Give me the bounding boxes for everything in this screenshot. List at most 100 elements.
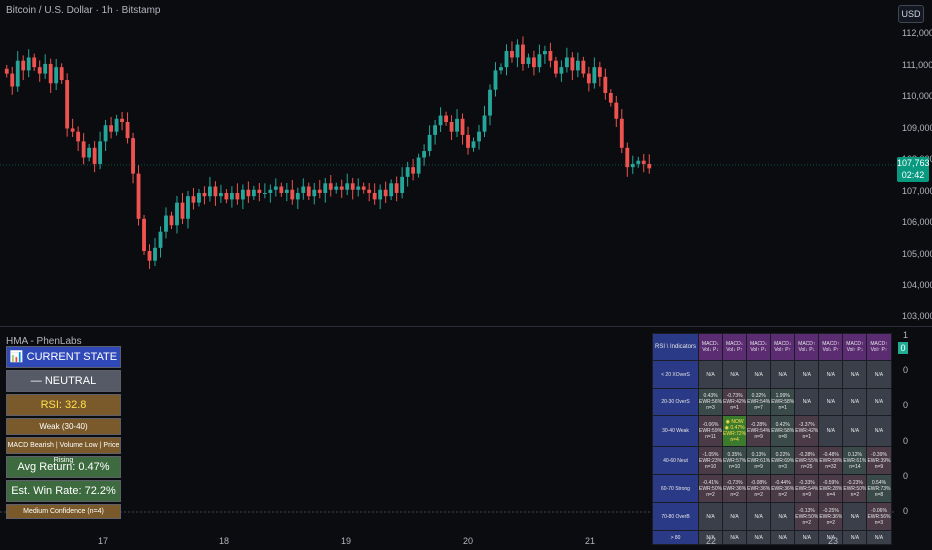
matrix-cell: N/A [746,530,772,545]
rsi-value: RSI: 32.8 [6,394,121,416]
matrix-cell: -0.39% EWR:39% n=9 [866,446,892,475]
candle-body [564,57,569,68]
pane-divider[interactable] [0,326,932,327]
candle-body [614,102,619,119]
candle-body [180,202,185,219]
price-tick: 110,000 [902,91,932,101]
candle-body [499,67,503,71]
indicator-tick: 0 [903,436,909,446]
candle-body [526,57,531,64]
candle-body [76,131,81,142]
candle-body [306,186,311,197]
matrix-column-header: MACD↓ Vol↑ P↓ [746,333,772,361]
matrix-cell-current: ◉ NOW ◉ 0.47% EWR:72% n=4 [722,415,748,447]
candle-body [229,192,234,200]
candle-body [515,44,520,58]
candle-body [262,192,267,194]
candles-group [4,36,652,269]
candle-body [114,118,119,132]
symbol-title[interactable]: Bitcoin / U.S. Dollar · 1h · Bitstamp [6,5,161,16]
candle-body [21,60,26,71]
matrix-cell: 0.42% EWR:58% n=8 [770,415,796,447]
price-chart[interactable] [0,0,932,326]
candle-body [411,167,416,174]
candle-body [268,189,273,193]
candle-body [647,163,652,169]
candle-body [43,63,48,74]
matrix-cell: N/A [770,502,796,531]
candle-body [636,160,641,164]
candle-body [290,189,295,200]
candle-body [575,60,580,71]
matrix-cell: N/A [842,502,868,531]
candle-body [608,92,613,103]
candle-body [625,147,630,168]
candle-body [37,67,42,74]
matrix-cell: N/A [866,388,892,416]
matrix-cell: 0.32% EWR:54% n=7 [746,388,772,416]
candle-body [422,151,427,158]
candle-body [103,125,108,142]
candle-body [449,122,454,132]
matrix-column-header: MACD↑ Vol↑ P↓ [842,333,868,361]
matrix-corner: RSI \ Indicators [652,333,699,361]
candle-body [317,189,322,193]
matrix-cell: N/A [794,530,820,545]
matrix-cell: 0.35% EWR:57% n=10 [722,446,748,475]
candle-body [279,186,284,193]
matrix-cell: -0.33% EWR:54% n=9 [794,474,820,503]
price-tick: 107,000 [902,186,932,196]
candle-body [65,80,70,129]
candle-body [295,192,300,200]
candle-body [136,173,141,219]
candle-body [372,192,377,200]
matrix-row-header: 60-70 Strong [652,474,699,503]
candle-body [427,134,432,152]
matrix-cell: N/A [842,530,868,545]
matrix-column-header: MACD↓ Vol↓ P↓ [697,333,724,361]
price-tick: 111,000 [902,60,932,70]
candle-body [142,218,146,252]
candle-body [246,189,251,197]
candle-body [477,131,481,142]
matrix-column-header: MACD↑ Vol↓ P↑ [818,333,844,361]
matrix-cell: 0.43% EWR:56% n=3 [697,388,724,416]
price-tick: 105,000 [902,249,932,259]
matrix-row-header: 40-60 Neut [652,446,699,475]
last-price-value: 107,763 [897,158,930,168]
price-tick: 106,000 [902,217,932,227]
candle-body [120,118,124,122]
candle-body [553,60,558,74]
candle-body [592,67,597,84]
matrix-cell: N/A [770,360,796,389]
candle-body [542,51,547,55]
candle-body [400,176,405,193]
candle-body [109,125,114,132]
indicator-tick: 0 [903,365,909,375]
conditions-text: MACD Bearish | Volume Low | Price Rising [6,437,121,464]
matrix-cell: -0.73% EWR:36% n=2 [722,474,748,503]
matrix-cell: N/A [746,502,772,531]
candle-body [603,76,608,93]
matrix-cell: -0.23% EWR:50% n=2 [842,474,868,503]
price-tick: 103,000 [902,311,932,321]
matrix-cell: N/A [818,415,844,447]
candle-body [367,189,372,193]
matrix-cell: -0.06% EWR:56% n=3 [866,502,892,531]
candle-body [466,134,470,148]
candle-body [175,202,179,226]
matrix-cell: N/A [794,360,820,389]
time-tick: 21 [585,536,596,546]
candle-body [125,122,130,139]
matrix-cell: -3.37% EWR:42% n=1 [794,415,820,447]
candle-body [334,186,339,190]
currency-button[interactable]: USD [898,5,924,23]
matrix-cell: -0.28% EWR:54% n=9 [746,415,772,447]
candle-body [537,54,542,68]
candle-body [54,67,59,84]
matrix-row-header: < 20 XOverS [652,360,699,389]
candle-body [301,186,306,193]
candle-body [493,70,498,90]
matrix-cell: 0.22% EWR:69% n=3 [770,446,796,475]
candle-body [532,57,536,68]
